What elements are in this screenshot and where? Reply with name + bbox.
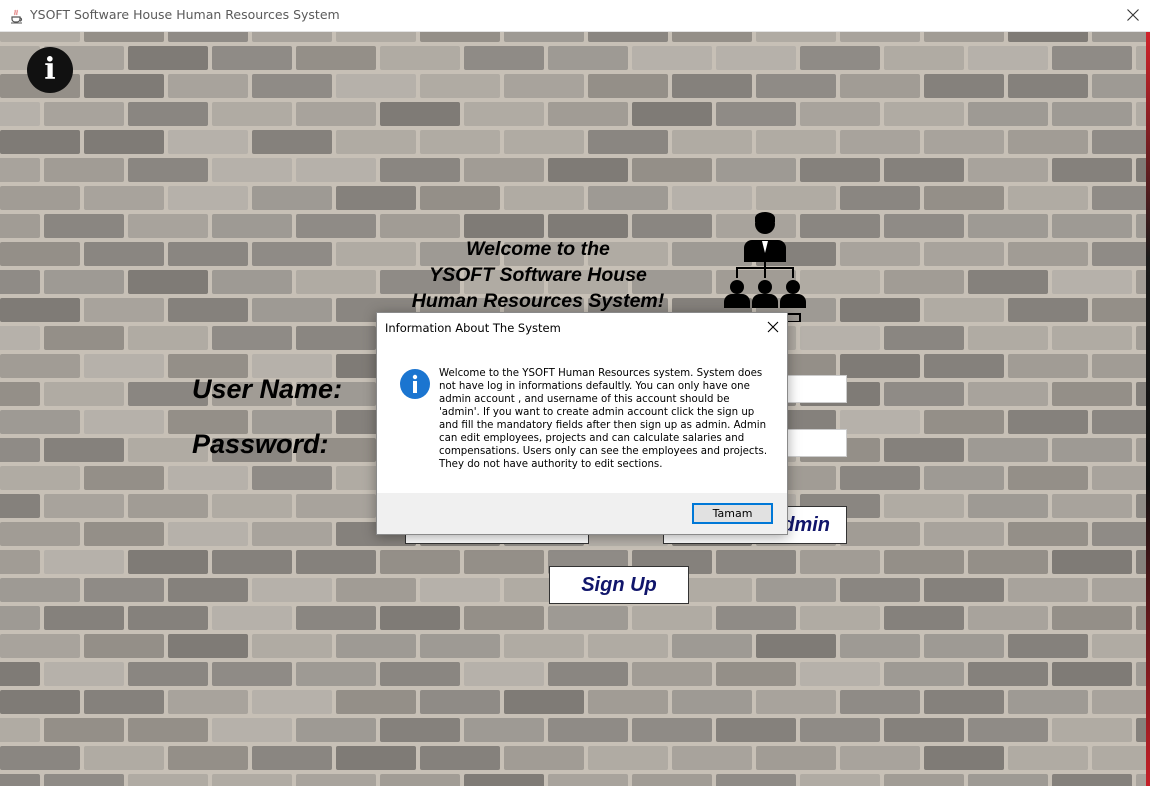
- organization-chart-icon: [724, 212, 806, 322]
- welcome-line-1: Welcome to the: [466, 238, 610, 260]
- info-icon: i: [44, 52, 56, 87]
- username-label: User Name:: [192, 374, 343, 404]
- info-dialog: Information About The System Welcome to …: [376, 312, 788, 535]
- title-bar: YSOFT Software House Human Resources Sys…: [0, 0, 1150, 32]
- information-icon: [400, 369, 430, 399]
- app-window: YSOFT Software House Human Resources Sys…: [0, 0, 1150, 786]
- window-close-button[interactable]: [1116, 0, 1150, 31]
- welcome-line-2: YSOFT Software House: [429, 264, 647, 286]
- dialog-close-icon[interactable]: [767, 321, 779, 333]
- welcome-heading: Welcome to the YSOFT Software House Huma…: [396, 236, 680, 314]
- password-label: Password:: [192, 429, 329, 459]
- info-button[interactable]: i: [27, 47, 73, 93]
- dialog-message: Welcome to the YSOFT Human Resources sys…: [439, 368, 768, 470]
- java-cup-icon: [11, 9, 23, 24]
- dialog-ok-button[interactable]: Tamam: [692, 503, 773, 524]
- dialog-title: Information About The System: [385, 321, 561, 335]
- signup-button[interactable]: Sign Up: [549, 566, 689, 604]
- welcome-line-3: Human Resources System!: [411, 290, 665, 312]
- window-title: YSOFT Software House Human Resources Sys…: [30, 7, 340, 22]
- close-icon: [1127, 9, 1139, 21]
- window-right-edge: [1146, 32, 1150, 786]
